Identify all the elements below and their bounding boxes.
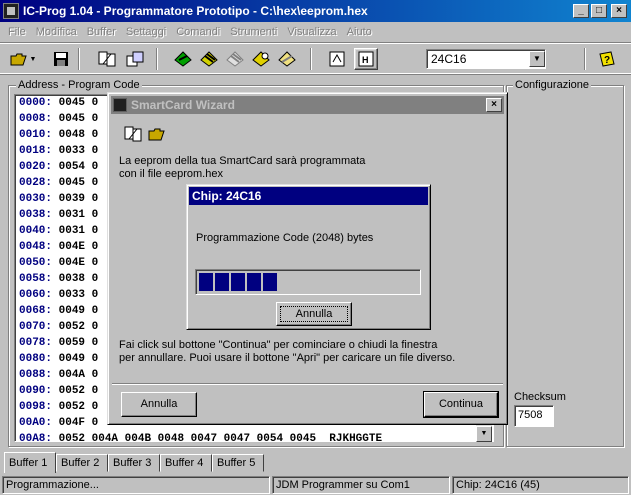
code-row[interactable]: 0080: 0049 0 [19, 353, 98, 369]
address-group-legend: Address - Program Code [16, 79, 142, 91]
code-row[interactable]: 0000: 0045 0 [19, 97, 98, 113]
tab-buffer-5[interactable]: Buffer 5 [212, 454, 264, 472]
app-icon[interactable] [3, 3, 19, 19]
menu-modifica[interactable]: Modifica [31, 26, 82, 38]
chip-dialog-title: Chip: 24C16 [189, 187, 428, 205]
chip-cancel-button[interactable]: Annulla [276, 302, 352, 326]
wizard-intro-line2: con il file eeprom.hex [119, 168, 223, 180]
code-row[interactable]: 0018: 0033 0 [19, 145, 98, 161]
chevron-down-icon[interactable]: ▼ [529, 51, 545, 67]
tab-buffer-3[interactable]: Buffer 3 [108, 454, 160, 472]
code-row[interactable]: 0050: 004E 0 [19, 257, 98, 273]
code-row[interactable]: 0078: 0059 0 [19, 337, 98, 353]
code-row[interactable]: 0010: 0048 0 [19, 129, 98, 145]
progress-block [247, 273, 261, 291]
code-row[interactable]: 0070: 0052 0 [19, 321, 98, 337]
code-row[interactable]: 0030: 0039 0 [19, 193, 98, 209]
programming-progress-bar [195, 269, 421, 295]
close-button[interactable]: × [611, 4, 627, 18]
progress-block [215, 273, 229, 291]
verify-chip-icon[interactable] [250, 49, 272, 69]
program-chip-icon[interactable] [198, 49, 220, 69]
menu-buffer[interactable]: Buffer [82, 26, 121, 38]
code-row[interactable]: 0048: 004E 0 [19, 241, 98, 257]
wizard-close-button[interactable]: × [486, 98, 502, 112]
blank-check-icon[interactable] [276, 49, 298, 69]
tab-buffer-1[interactable]: Buffer 1 [4, 452, 56, 473]
wizard-title-bar: SmartCard Wizard × [111, 96, 504, 114]
help-icon[interactable]: ? [596, 49, 618, 69]
tab-buffer-2[interactable]: Buffer 2 [56, 454, 108, 472]
code-row[interactable]: 0020: 0054 0 [19, 161, 98, 177]
code-row[interactable]: 00A8: 0052 004A 004B 0048 0047 0047 0054… [19, 433, 382, 441]
menu-aiuto[interactable]: Aiuto [342, 26, 377, 38]
code-row[interactable]: 00A0: 004F 0 [19, 417, 98, 433]
chip-progress-dialog: Chip: 24C16 Programmazione Code (2048) b… [186, 184, 431, 330]
wizard-intro-line1: La eeprom della tua SmartCard sarà progr… [119, 155, 366, 167]
read-chip-icon[interactable] [172, 49, 194, 69]
svg-text:?: ? [604, 55, 610, 66]
erase-chip-icon[interactable] [224, 49, 246, 69]
code-row[interactable]: 0058: 0038 0 [19, 273, 98, 289]
wizard-continue-button[interactable]: Continua [423, 391, 499, 418]
wizard-open-icon[interactable] [147, 125, 167, 143]
code-row[interactable]: 0038: 0031 0 [19, 209, 98, 225]
maximize-button[interactable]: □ [591, 4, 607, 18]
chip-select-value: 24C16 [431, 52, 467, 66]
menu-file[interactable]: File [3, 26, 31, 38]
chip-cancel-label: Annulla [280, 306, 348, 322]
progress-block [199, 273, 213, 291]
status-chip: Chip: 24C16 (45) [452, 476, 629, 494]
minimize-button[interactable]: _ [573, 4, 589, 18]
menu-settaggi[interactable]: Settaggi [121, 26, 171, 38]
progress-block [263, 273, 277, 291]
toolbar: ▼ H 24C16 ▼ ? [0, 42, 631, 74]
view-assembler-icon[interactable] [326, 49, 348, 69]
wizard-cancel-button[interactable]: Annulla [121, 392, 197, 417]
status-programmer: JDM Programmer su Com1 [272, 476, 450, 494]
scroll-down-icon[interactable]: ▼ [476, 426, 492, 442]
wizard-title: SmartCard Wizard [131, 98, 235, 112]
view-hex-icon[interactable]: H [354, 48, 378, 70]
status-operation: Programmazione... [2, 476, 270, 494]
code-row[interactable]: 0008: 0045 0 [19, 113, 98, 129]
clipboard-icon[interactable] [124, 49, 146, 69]
tab-buffer-4[interactable]: Buffer 4 [160, 454, 212, 472]
code-row[interactable]: 0040: 0031 0 [19, 225, 98, 241]
code-row[interactable]: 0088: 004A 0 [19, 369, 98, 385]
code-row[interactable]: 0060: 0033 0 [19, 289, 98, 305]
chip-select[interactable]: 24C16 ▼ [426, 49, 546, 69]
open-dropdown-icon[interactable]: ▼ [28, 49, 38, 69]
wizard-hint-line2: per annullare. Puoi usare il bottone "Ap… [119, 352, 456, 364]
title-bar: IC-Prog 1.04 - Programmatore Prototipo -… [0, 0, 631, 22]
wizard-divider [112, 383, 503, 385]
cut-buffer-icon[interactable] [96, 49, 118, 69]
checksum-label: Checksum [514, 391, 566, 403]
open-file-icon[interactable] [8, 49, 30, 69]
wizard-app-icon [113, 98, 127, 112]
code-row[interactable]: 0098: 0052 0 [19, 401, 98, 417]
chip-dialog-message: Programmazione Code (2048) bytes [196, 232, 374, 244]
menu-bar: File Modifica Buffer Settaggi Comandi St… [0, 22, 631, 41]
configuration-legend: Configurazione [513, 79, 591, 91]
menu-visualizza[interactable]: Visualizza [282, 26, 341, 38]
wizard-buffer-icon[interactable] [123, 125, 143, 143]
menu-comandi[interactable]: Comandi [171, 26, 225, 38]
code-row[interactable]: 0068: 0049 0 [19, 305, 98, 321]
checksum-field[interactable]: 7508 [514, 405, 554, 427]
menu-strumenti[interactable]: Strumenti [225, 26, 282, 38]
progress-block [231, 273, 245, 291]
svg-text:H: H [362, 55, 369, 65]
window-title: IC-Prog 1.04 - Programmatore Prototipo -… [23, 4, 368, 18]
code-row[interactable]: 0028: 0045 0 [19, 177, 98, 193]
status-bar: Programmazione... JDM Programmer su Com1… [0, 474, 631, 495]
code-row[interactable]: 0090: 0052 0 [19, 385, 98, 401]
wizard-hint-line1: Fai click sul bottone "Continua" per com… [119, 339, 438, 351]
save-icon[interactable] [50, 49, 72, 69]
